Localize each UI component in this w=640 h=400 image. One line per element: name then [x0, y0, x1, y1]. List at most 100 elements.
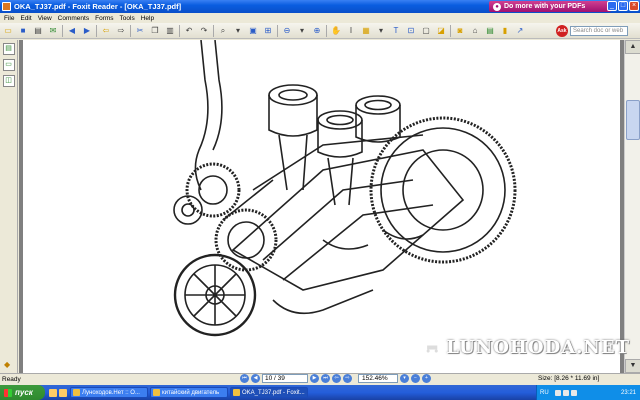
- maximize-button[interactable]: □: [618, 1, 628, 11]
- toolbar-separator: [62, 24, 63, 37]
- typewriter-icon[interactable]: T: [390, 25, 402, 37]
- open-icon[interactable]: ▭: [2, 25, 14, 37]
- clock[interactable]: 23:21: [621, 390, 636, 396]
- next-page-icon[interactable]: ▶: [310, 374, 319, 383]
- menu-tools[interactable]: Tools: [120, 15, 135, 22]
- tray-icon[interactable]: [554, 389, 561, 396]
- go-back-icon[interactable]: ⇦: [332, 374, 341, 383]
- scroll-up-icon[interactable]: ▲: [625, 40, 640, 54]
- quick-launch-icon[interactable]: [59, 388, 67, 397]
- zoom-in-status-icon[interactable]: +: [422, 374, 431, 383]
- redo-icon[interactable]: ↷: [198, 25, 210, 37]
- go-forward-icon[interactable]: ⇨: [343, 374, 352, 383]
- attachments-icon[interactable]: ◆: [4, 360, 14, 370]
- print-icon[interactable]: ▤: [32, 25, 44, 37]
- close-button[interactable]: ×: [629, 1, 639, 11]
- minimize-button[interactable]: _: [607, 1, 617, 11]
- form-icon[interactable]: ▤: [484, 25, 496, 37]
- start-button[interactable]: пуск: [0, 385, 45, 400]
- toolbar-separator: [326, 24, 327, 37]
- forward-arrow-icon[interactable]: ⇨: [115, 25, 127, 37]
- back-arrow-icon[interactable]: ⇦: [100, 25, 112, 37]
- zoom-icon[interactable]: ⌕: [217, 25, 229, 37]
- lunokhod-logo-icon: [421, 336, 443, 359]
- zoom-out-icon[interactable]: ⊖: [281, 25, 293, 37]
- menu-forms[interactable]: Forms: [95, 15, 113, 22]
- undo-icon[interactable]: ↶: [183, 25, 195, 37]
- browser-icon: [73, 389, 80, 396]
- layers-icon[interactable]: ◫: [2, 75, 15, 87]
- tray-icon[interactable]: [570, 389, 577, 396]
- toolbar-separator: [450, 24, 451, 37]
- task-browser[interactable]: Луноходов.Нет :: О...: [70, 387, 148, 398]
- language-indicator[interactable]: RU: [540, 390, 549, 396]
- previous-view-icon[interactable]: ◀: [66, 25, 78, 37]
- promo-banner[interactable]: ● Do more with your PDFs: [489, 1, 611, 12]
- watermark: LUNOHODA.NET: [418, 322, 630, 372]
- navigation-panel: ▤ ▭ ◫ ◆: [0, 40, 18, 373]
- toolbar: ▭ ■ ▤ ✉ ◀ ▶ ⇦ ⇨ ✂ ❐ ▥ ↶ ↷ ⌕ ▾ ▣ ⊞ ⊖ ▾ ⊕ …: [0, 23, 640, 39]
- page-size-text: Size: [8.26 * 11.69 in]: [538, 375, 600, 382]
- last-page-icon[interactable]: ⏭: [321, 374, 330, 383]
- start-label: пуск: [15, 388, 33, 397]
- stamp-icon[interactable]: ◙: [454, 25, 466, 37]
- quick-launch-icon[interactable]: [49, 388, 57, 397]
- windows-flag-icon: [4, 388, 12, 397]
- menu-edit[interactable]: Edit: [20, 15, 31, 22]
- paste-icon[interactable]: ▥: [164, 25, 176, 37]
- zoom-field[interactable]: 152.46%: [358, 374, 398, 383]
- watermark-text: LUNOHODA.NET: [446, 336, 630, 358]
- menu-help[interactable]: Help: [141, 15, 154, 22]
- zoom-out-status-icon[interactable]: −: [411, 374, 420, 383]
- folder-icon: [153, 389, 160, 396]
- dropdown-arrow-icon[interactable]: ▾: [232, 25, 244, 37]
- task-folder[interactable]: китайский двигатель: [150, 387, 228, 398]
- pdf-icon: [233, 389, 240, 396]
- window-controls: _ □ ×: [607, 1, 639, 11]
- copy-icon[interactable]: ❐: [149, 25, 161, 37]
- fit-width-icon[interactable]: ⊞: [262, 25, 274, 37]
- select-text-icon[interactable]: I: [345, 25, 357, 37]
- next-view-icon[interactable]: ▶: [81, 25, 93, 37]
- fit-page-icon[interactable]: ▣: [247, 25, 259, 37]
- menu-file[interactable]: File: [4, 15, 14, 22]
- quick-launch: [49, 388, 67, 397]
- callout-icon[interactable]: ▢: [420, 25, 432, 37]
- ask-search-logo[interactable]: Ask: [556, 25, 568, 37]
- page-number-field[interactable]: 10 / 39: [262, 374, 308, 383]
- cut-icon[interactable]: ✂: [134, 25, 146, 37]
- note-icon[interactable]: ◪: [435, 25, 447, 37]
- window-title: OKA_TJ37.pdf - Foxit Reader - [OKA_TJ37.…: [14, 2, 182, 11]
- task-label: китайский двигатель: [162, 389, 220, 396]
- dropdown-arrow-icon[interactable]: ▾: [296, 25, 308, 37]
- previous-page-icon[interactable]: ◀: [251, 374, 260, 383]
- zoom-in-icon[interactable]: ⊕: [311, 25, 323, 37]
- zoom-dropdown-icon[interactable]: ▾: [400, 374, 409, 383]
- first-page-icon[interactable]: ⏮: [240, 374, 249, 383]
- arrow-tool-icon[interactable]: ↗: [514, 25, 526, 37]
- snapshot-icon[interactable]: ▦: [360, 25, 372, 37]
- menu-comments[interactable]: Comments: [58, 15, 89, 22]
- tray-icons: [554, 389, 577, 396]
- toolbar-separator: [277, 24, 278, 37]
- toolbar-separator: [179, 24, 180, 37]
- system-tray: RU 23:21: [536, 385, 640, 400]
- tray-icon[interactable]: [562, 389, 569, 396]
- scroll-thumb[interactable]: [626, 100, 640, 140]
- search-input[interactable]: Search doc or web: [570, 26, 628, 36]
- toolbar-separator: [213, 24, 214, 37]
- menu-view[interactable]: View: [38, 15, 52, 22]
- bookmarks-icon[interactable]: ▤: [2, 43, 15, 55]
- dropdown-arrow-icon[interactable]: ▾: [375, 25, 387, 37]
- email-icon[interactable]: ✉: [47, 25, 59, 37]
- pages-icon[interactable]: ▭: [2, 59, 15, 71]
- promo-text: Do more with your PDFs: [504, 3, 586, 10]
- highlight-icon[interactable]: ▮: [499, 25, 511, 37]
- task-foxit[interactable]: OKA_TJ37.pdf - Foxit...: [230, 387, 308, 398]
- menu-bar: File Edit View Comments Forms Tools Help: [0, 13, 640, 23]
- attach-icon[interactable]: ⌂: [469, 25, 481, 37]
- hand-tool-icon[interactable]: ✋: [330, 25, 342, 37]
- foxit-app-icon: [2, 2, 11, 11]
- textbox-icon[interactable]: ⊡: [405, 25, 417, 37]
- save-icon[interactable]: ■: [17, 25, 29, 37]
